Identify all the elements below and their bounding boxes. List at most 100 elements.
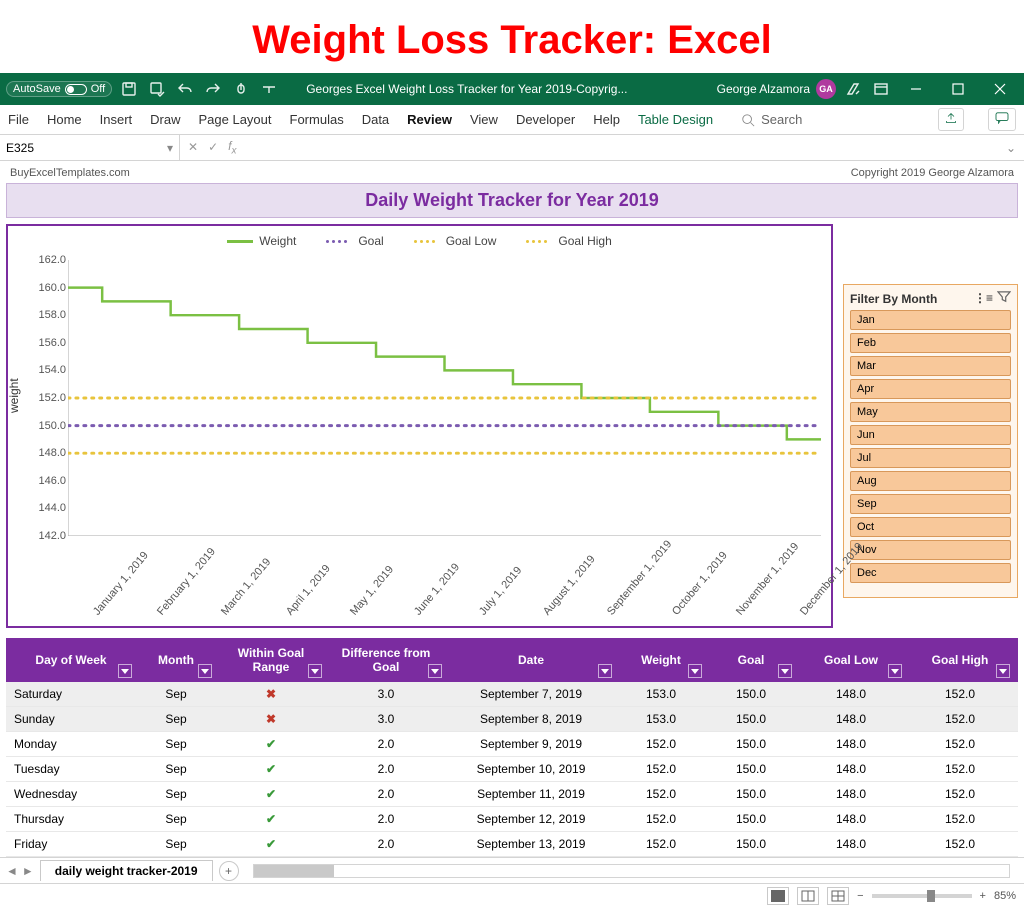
slicer-item-aug[interactable]: Aug <box>850 471 1011 491</box>
filter-dropdown-icon[interactable] <box>688 664 702 678</box>
view-normal[interactable] <box>767 887 789 905</box>
slicer-item-jan[interactable]: Jan <box>850 310 1011 330</box>
tab-formulas[interactable]: Formulas <box>290 112 344 127</box>
slicer-item-apr[interactable]: Apr <box>850 379 1011 399</box>
filter-dropdown-icon[interactable] <box>118 664 132 678</box>
column-header[interactable]: Goal <box>706 638 796 682</box>
column-header[interactable]: Date <box>446 638 616 682</box>
tab-nav-next[interactable]: ► <box>22 864 34 878</box>
tab-help[interactable]: Help <box>593 112 620 127</box>
column-header[interactable]: Day of Week <box>6 638 136 682</box>
filter-dropdown-icon[interactable] <box>888 664 902 678</box>
name-box[interactable]: ▾ <box>0 135 180 160</box>
toggle-icon <box>65 84 87 95</box>
table-row[interactable]: FridaySep✔2.0September 13, 2019152.0150.… <box>6 832 1018 857</box>
table-row[interactable]: SundaySep✖3.0September 8, 2019153.0150.0… <box>6 707 1018 732</box>
filter-dropdown-icon[interactable] <box>598 664 612 678</box>
zoom-level[interactable]: 85% <box>994 890 1016 902</box>
tab-view[interactable]: View <box>470 112 498 127</box>
save-check-icon[interactable] <box>146 78 168 100</box>
formula-enter-icon[interactable]: ✓ <box>208 140 218 154</box>
multiselect-icon[interactable]: ⋮≡ <box>974 291 993 306</box>
table-row[interactable]: WednesdaySep✔2.0September 11, 2019152.01… <box>6 782 1018 807</box>
table-row[interactable]: SaturdaySep✖3.0September 7, 2019153.0150… <box>6 682 1018 707</box>
filter-dropdown-icon[interactable] <box>778 664 792 678</box>
slicer-item-jul[interactable]: Jul <box>850 448 1011 468</box>
tab-page-layout[interactable]: Page Layout <box>199 112 272 127</box>
slicer-item-nov[interactable]: Nov <box>850 540 1011 560</box>
clear-filter-icon[interactable] <box>997 291 1011 306</box>
column-header[interactable]: Within Goal Range <box>216 638 326 682</box>
minimize-button[interactable] <box>898 73 934 105</box>
tab-home[interactable]: Home <box>47 112 82 127</box>
slicer-item-feb[interactable]: Feb <box>850 333 1011 353</box>
name-box-input[interactable] <box>6 141 66 155</box>
fx-icon[interactable]: fx <box>228 139 236 156</box>
tab-table-design[interactable]: Table Design <box>638 112 713 127</box>
column-header[interactable]: Goal High <box>906 638 1014 682</box>
chevron-down-icon[interactable]: ▾ <box>167 141 173 155</box>
table-row[interactable]: TuesdaySep✔2.0September 10, 2019152.0150… <box>6 757 1018 782</box>
table-header: Day of WeekMonthWithin Goal RangeDiffere… <box>6 638 1018 682</box>
account-button[interactable]: George Alzamora GA <box>717 79 836 99</box>
add-sheet-button[interactable]: + <box>219 861 239 881</box>
legend-goal: Goal <box>358 234 383 248</box>
slicer-item-may[interactable]: May <box>850 402 1011 422</box>
table-row[interactable]: ThursdaySep✔2.0September 12, 2019152.015… <box>6 807 1018 832</box>
tab-data[interactable]: Data <box>362 112 389 127</box>
column-header[interactable]: Difference from Goal <box>326 638 446 682</box>
filter-dropdown-icon[interactable] <box>996 664 1010 678</box>
legend-weight: Weight <box>259 234 296 248</box>
tab-nav-prev[interactable]: ◄ <box>6 864 18 878</box>
tab-file[interactable]: File <box>8 112 29 127</box>
view-pagebreak[interactable] <box>827 887 849 905</box>
slicer-title: Filter By Month <box>850 292 937 306</box>
redo-icon[interactable] <box>202 78 224 100</box>
maximize-button[interactable] <box>940 73 976 105</box>
autosave-label: AutoSave <box>13 83 61 95</box>
column-header[interactable]: Weight <box>616 638 706 682</box>
close-button[interactable] <box>982 73 1018 105</box>
touch-icon[interactable] <box>230 78 252 100</box>
filter-dropdown-icon[interactable] <box>198 664 212 678</box>
column-header[interactable]: Month <box>136 638 216 682</box>
slicer-item-sep[interactable]: Sep <box>850 494 1011 514</box>
sheet-tab-active[interactable]: daily weight tracker-2019 <box>40 860 213 881</box>
clear-formatting-icon[interactable] <box>842 78 864 100</box>
slicer-item-dec[interactable]: Dec <box>850 563 1011 583</box>
autosave-toggle[interactable]: AutoSave Off <box>6 81 112 97</box>
hscroll[interactable] <box>253 864 1010 878</box>
view-layout[interactable] <box>797 887 819 905</box>
doc-title: Georges Excel Weight Loss Tracker for Ye… <box>306 82 627 96</box>
customize-qat-icon[interactable] <box>258 78 280 100</box>
table-body: SaturdaySep✖3.0September 7, 2019153.0150… <box>6 682 1018 857</box>
filter-dropdown-icon[interactable] <box>428 664 442 678</box>
filter-dropdown-icon[interactable] <box>308 664 322 678</box>
ribbon-tabs: File Home Insert Draw Page Layout Formulas Dat… <box>0 105 1024 135</box>
table-row[interactable]: MondaySep✔2.0September 9, 2019152.0150.0… <box>6 732 1018 757</box>
tab-review[interactable]: Review <box>407 112 452 127</box>
comments-button[interactable] <box>988 108 1016 131</box>
formula-cancel-icon[interactable]: ✕ <box>188 140 198 154</box>
tab-developer[interactable]: Developer <box>516 112 575 127</box>
check-icon: ✔ <box>266 787 276 801</box>
formula-input[interactable] <box>244 135 997 160</box>
search-ribbon[interactable]: Search <box>741 112 802 127</box>
zoom-out[interactable]: − <box>857 890 863 902</box>
cross-icon: ✖ <box>266 712 276 726</box>
tab-draw[interactable]: Draw <box>150 112 180 127</box>
tab-insert[interactable]: Insert <box>100 112 133 127</box>
chart[interactable]: Weight Goal Goal Low Goal High weight 14… <box>6 224 833 628</box>
share-button[interactable] <box>938 108 964 131</box>
ribbon-display-icon[interactable] <box>870 78 892 100</box>
zoom-in[interactable]: + <box>980 890 986 902</box>
slicer-item-mar[interactable]: Mar <box>850 356 1011 376</box>
undo-icon[interactable] <box>174 78 196 100</box>
save-icon[interactable] <box>118 78 140 100</box>
slicer-item-jun[interactable]: Jun <box>850 425 1011 445</box>
zoom-slider[interactable] <box>872 894 972 898</box>
column-header[interactable]: Goal Low <box>796 638 906 682</box>
slicer-item-oct[interactable]: Oct <box>850 517 1011 537</box>
expand-formula-icon[interactable]: ⌄ <box>998 141 1024 155</box>
slicer-filter-month[interactable]: Filter By Month ⋮≡ Jan Feb Mar Apr May Jun Jul… <box>843 284 1018 598</box>
